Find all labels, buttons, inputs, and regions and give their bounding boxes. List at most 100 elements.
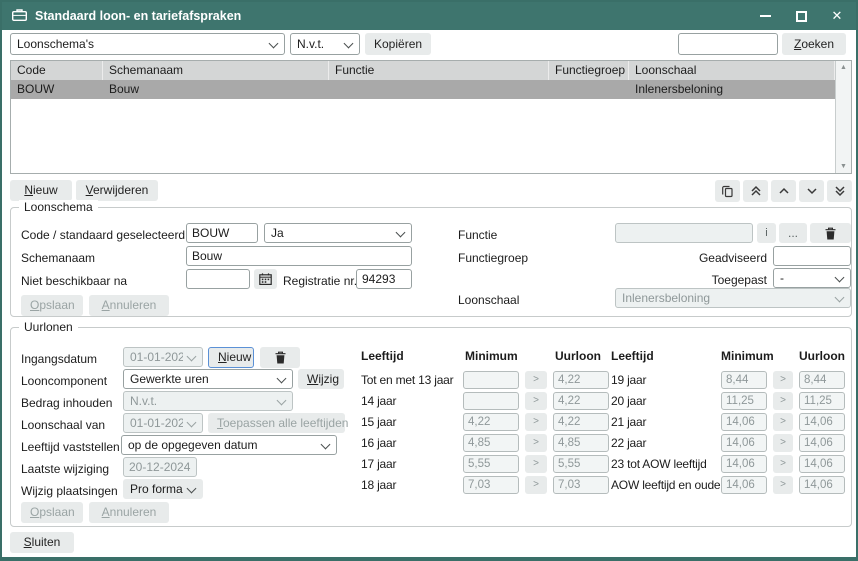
geadviseerd-input[interactable]	[773, 246, 851, 266]
laatste-wijziging-label: Laatste wijziging	[21, 459, 109, 479]
chevron-down-icon	[187, 419, 196, 428]
wage-age-header-left: Leeftijd	[361, 349, 404, 363]
chevron-down-icon	[277, 397, 286, 406]
scroll-up-icon: ▲	[840, 64, 847, 71]
loonschaal-select: Inlenersbeloning	[615, 288, 851, 308]
ingangsdatum-select: 01-01-2025	[123, 347, 203, 367]
trash-icon	[275, 351, 286, 364]
chevron-down-icon	[396, 229, 405, 238]
functie-delete-button[interactable]	[810, 223, 851, 243]
wage-hour-input	[799, 476, 845, 494]
wage-hour-input	[553, 413, 609, 431]
registratie-input[interactable]	[356, 269, 412, 289]
wage-copy-button: >	[773, 371, 793, 389]
wage-min-input	[721, 392, 767, 410]
move-down-button[interactable]	[799, 180, 824, 202]
minimize-button[interactable]	[758, 9, 772, 23]
maximize-icon	[796, 11, 807, 22]
wage-copy-button: >	[525, 392, 547, 410]
search-input[interactable]	[678, 33, 778, 55]
wijzig-button[interactable]: Wijzig	[298, 369, 344, 389]
wage-min-input	[463, 434, 519, 452]
standard-select[interactable]: Ja	[264, 223, 412, 243]
wage-min-input	[463, 371, 519, 389]
functie-browse-button[interactable]: ...	[779, 223, 807, 243]
wijzig-plaatsingen-select[interactable]: Pro forma	[123, 479, 203, 499]
functie-input	[615, 223, 753, 243]
loonschaal-van-select: 01-01-2025	[123, 413, 203, 433]
table-row[interactable]: BOUW Bouw Inlenersbeloning	[11, 80, 835, 99]
code-input[interactable]	[186, 223, 258, 243]
wage-copy-button: >	[525, 476, 547, 494]
minimize-icon	[760, 15, 771, 17]
functie-label: Functie	[458, 225, 497, 245]
titlebar: Standaard loon- en tariefafspraken ✕	[2, 2, 856, 30]
niet-beschikbaar-input[interactable]	[186, 269, 250, 289]
move-up-button[interactable]	[771, 180, 796, 202]
wijzig-plaatsingen-label: Wijzig plaatsingen	[21, 481, 118, 501]
schemanaam-input[interactable]	[186, 246, 412, 266]
wage-min-input	[721, 455, 767, 473]
wage-min-header-right: Minimum	[721, 349, 774, 363]
close-window-button[interactable]: Sluiten	[10, 532, 74, 553]
chevron-down-icon	[835, 294, 844, 303]
chevron-down-icon	[321, 441, 330, 450]
uurlonen-save-button: Opslaan	[21, 502, 83, 523]
move-first-button[interactable]	[743, 180, 768, 202]
loonschema-group: Loonschema Code / standaard geselecteerd…	[10, 207, 852, 317]
search-button[interactable]: Zoeken	[782, 33, 846, 55]
wage-min-input	[463, 392, 519, 410]
leeftijd-vaststellen-select[interactable]: op de opgegeven datum	[121, 435, 337, 455]
filter-select[interactable]: N.v.t.	[290, 33, 360, 55]
copy-icon	[721, 185, 734, 198]
apply-all-ages-button: Toepassen alle leeftijden	[208, 413, 345, 433]
date-picker-button[interactable]	[254, 269, 277, 289]
briefcase-icon	[12, 9, 27, 24]
schema-type-select[interactable]: Loonschema's	[10, 33, 285, 55]
wage-age-label: 22 jaar	[611, 434, 646, 452]
ingangsdatum-value: 01-01-2025	[130, 350, 183, 364]
wage-hour-input	[799, 413, 845, 431]
niet-beschikbaar-label: Niet beschikbaar na	[21, 271, 127, 291]
toegepast-select[interactable]: -	[773, 268, 851, 288]
close-button[interactable]: ✕	[830, 9, 844, 23]
loonschaal-van-label: Loonschaal van	[21, 415, 105, 435]
wage-hour-header-left: Uurloon	[555, 349, 601, 363]
wage-min-input	[721, 371, 767, 389]
maximize-button[interactable]	[794, 9, 808, 23]
window-controls: ✕	[758, 9, 844, 23]
delete-schema-button[interactable]: Verwijderen	[76, 180, 158, 201]
new-uurloon-button[interactable]: Nieuw	[208, 347, 254, 368]
column-header-schemanaam[interactable]: Schemanaam	[103, 61, 329, 80]
bedrag-inhouden-value: N.v.t.	[130, 394, 157, 408]
wage-copy-button: >	[525, 413, 547, 431]
wage-hour-input	[553, 371, 609, 389]
column-header-functiegroep[interactable]: Functiegroep	[549, 61, 629, 80]
move-last-button[interactable]	[827, 180, 852, 202]
schemanaam-label: Schemanaam	[21, 248, 95, 268]
new-schema-button[interactable]: Nieuw	[10, 180, 72, 201]
wage-age-label: 20 jaar	[611, 392, 646, 410]
leeftijd-vaststellen-label: Leeftijd vaststellen	[21, 437, 120, 457]
column-header-code[interactable]: Code	[11, 61, 103, 80]
delete-uurloon-button[interactable]	[260, 347, 300, 368]
loonschaal-van-value: 01-01-2025	[130, 416, 183, 430]
wage-age-label: 21 jaar	[611, 413, 646, 431]
functie-info-button[interactable]: i	[757, 223, 776, 243]
loonschema-legend: Loonschema	[19, 200, 98, 215]
double-chevron-up-icon	[750, 185, 762, 197]
cell-schemanaam: Bouw	[103, 80, 329, 99]
list-scrollbar[interactable]: ▲ ▼	[835, 61, 851, 173]
wage-hour-input	[553, 434, 609, 452]
cell-functie	[329, 80, 549, 99]
duplicate-button[interactable]	[715, 180, 740, 202]
wage-min-header-left: Minimum	[465, 349, 518, 363]
wage-age-label: 15 jaar	[361, 413, 396, 431]
wage-min-input	[721, 476, 767, 494]
wage-min-input	[463, 413, 519, 431]
column-header-loonschaal[interactable]: Loonschaal	[629, 61, 835, 80]
column-header-functie[interactable]: Functie	[329, 61, 549, 80]
wage-copy-button: >	[525, 371, 547, 389]
looncomponent-select[interactable]: Gewerkte uren	[123, 369, 293, 389]
copy-schema-button[interactable]: Kopiëren	[365, 33, 431, 55]
